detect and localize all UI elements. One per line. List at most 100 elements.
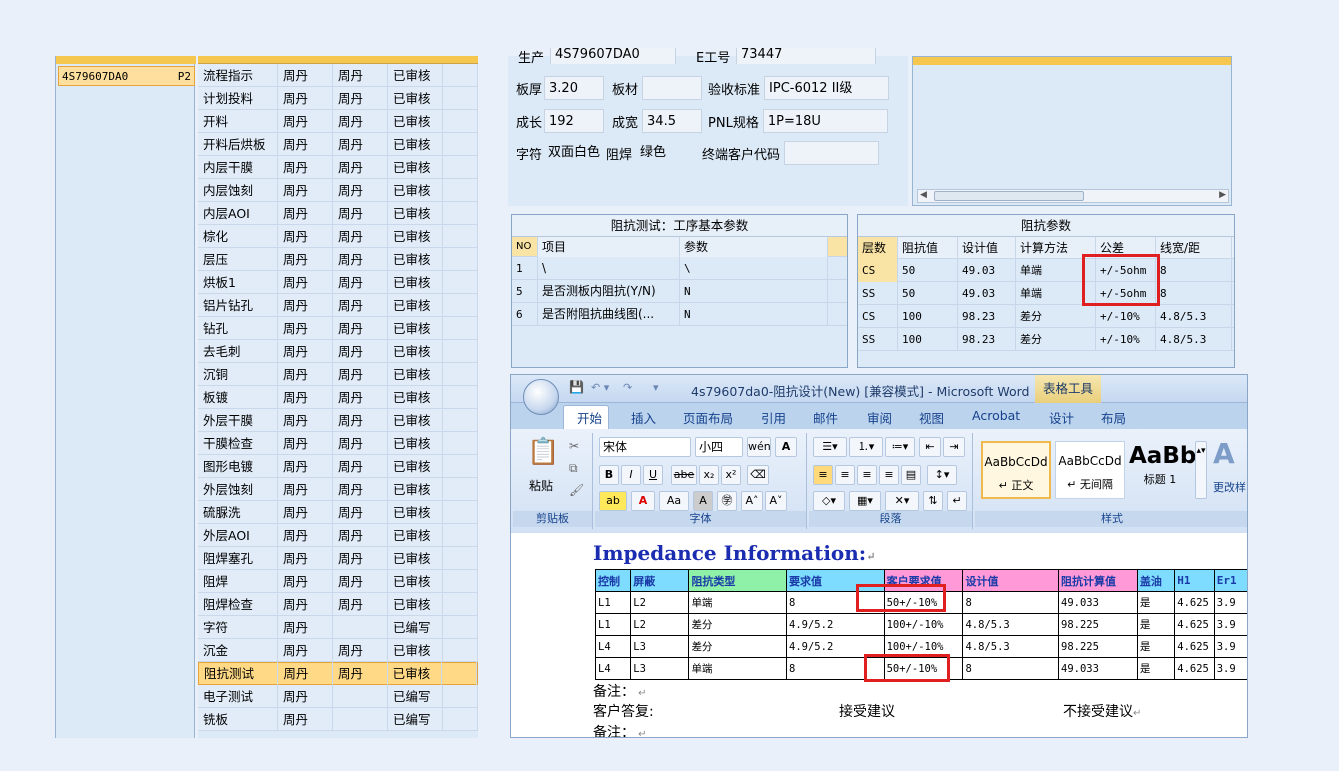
italic-icon[interactable]: I (621, 465, 641, 485)
line-spacing-icon[interactable]: ↕▾ (927, 465, 957, 485)
tab-home[interactable]: 开始 (577, 408, 602, 427)
process-row[interactable]: 外层干膜 周丹 周丹 已审核 (198, 408, 478, 432)
process-row[interactable]: 阻焊塞孔 周丹 周丹 已审核 (198, 546, 478, 570)
style-no-spacing[interactable]: AaBbCcDd ↵ 无间隔 (1055, 441, 1125, 499)
font-color-icon[interactable]: A (631, 491, 655, 511)
impedance-params-row[interactable]: CS 50 49.03 单端 +/-5ohm 8 (858, 258, 1234, 282)
tab-references[interactable]: 引用 (761, 408, 786, 427)
process-row[interactable]: 去毛刺 周丹 周丹 已审核 (198, 339, 478, 363)
process-row[interactable]: 内层干膜 周丹 周丹 已审核 (198, 155, 478, 179)
grow-font-icon[interactable]: A˄ (741, 491, 763, 511)
quick-save-icon[interactable]: 💾 (569, 380, 584, 394)
process-row[interactable]: 硫脲洗 周丹 周丹 已审核 (198, 500, 478, 524)
distributed-icon[interactable]: ▤ (901, 465, 921, 485)
copy-icon[interactable]: ⧉ (569, 461, 578, 476)
process-row[interactable]: 铣板 周丹 已编写 (198, 707, 478, 731)
phonetic-guide-icon[interactable]: wén (747, 437, 771, 457)
char-shading-icon[interactable]: A (693, 491, 713, 511)
tab-acrobat[interactable]: Acrobat (972, 408, 1020, 423)
superscript-icon[interactable]: x² (721, 465, 741, 485)
undo-icon[interactable]: ↶ ▾ (591, 381, 609, 394)
impedance-test-row[interactable]: 5 是否测板内阻抗(Y/N) N (512, 279, 847, 303)
thickness-field[interactable]: 3.20 (544, 76, 605, 100)
process-row[interactable]: 计划投料 周丹 周丹 已审核 (198, 86, 478, 110)
bold-icon[interactable]: B (599, 465, 619, 485)
process-row[interactable]: 干膜检查 周丹 周丹 已审核 (198, 431, 478, 455)
impedance-table-row[interactable]: L1 L2 差分 4.9/5.2 100+/-10% 4.8/5.3 98.225 是 4.62… (594, 613, 1247, 636)
process-row[interactable]: 阻焊检查 周丹 周丹 已审核 (198, 592, 478, 616)
scroll-left-icon[interactable]: ◀ (920, 190, 927, 200)
paste-button[interactable]: 粘贴 (529, 477, 553, 494)
highlight-icon[interactable]: ab (599, 491, 627, 511)
process-row[interactable]: 内层AOI 周丹 周丹 已审核 (198, 201, 478, 225)
font-name-dropdown[interactable]: 宋体 (599, 437, 691, 457)
tab-insert[interactable]: 插入 (631, 408, 656, 427)
process-row[interactable]: 开料后烘板 周丹 周丹 已审核 (198, 132, 478, 156)
tab-page-layout[interactable]: 页面布局 (683, 408, 733, 427)
underline-icon[interactable]: U (643, 465, 663, 485)
redo-icon[interactable]: ↷ (623, 381, 632, 394)
increase-indent-icon[interactable]: ⇥ (943, 437, 965, 457)
subscript-icon[interactable]: x₂ (699, 465, 719, 485)
align-center-icon[interactable]: ≡ (835, 465, 855, 485)
impedance-test-row[interactable]: 6 是否附阻抗曲线图(... N (512, 302, 847, 326)
cut-icon[interactable]: ✂ (569, 439, 579, 453)
process-row[interactable]: 内层蚀刻 周丹 周丹 已审核 (198, 178, 478, 202)
impedance-params-row[interactable]: SS 100 98.23 差分 +/-10% 4.8/5.3 (858, 327, 1234, 351)
process-row[interactable]: 棕化 周丹 周丹 已审核 (198, 224, 478, 248)
multilevel-list-icon[interactable]: ≔▾ (885, 437, 915, 457)
shrink-font-icon[interactable]: A˅ (765, 491, 787, 511)
impedance-params-row[interactable]: SS 50 49.03 单端 +/-5ohm 8 (858, 281, 1234, 305)
process-row[interactable]: 外层AOI 周丹 周丹 已审核 (198, 523, 478, 547)
material-field[interactable] (642, 76, 703, 100)
decrease-indent-icon[interactable]: ⇤ (919, 437, 941, 457)
width-field[interactable]: 34.5 (642, 109, 703, 133)
paste-icon[interactable]: 📋 (527, 437, 559, 467)
change-styles-button[interactable]: 更改样 (1213, 479, 1246, 495)
process-row[interactable]: 板镀 周丹 周丹 已审核 (198, 385, 478, 409)
change-case-icon[interactable]: Aa (659, 491, 689, 511)
justify-icon[interactable]: ≡ (879, 465, 899, 485)
standard-field[interactable]: IPC-6012 II级 (764, 76, 890, 100)
impedance-test-row[interactable]: 1 \ \ (512, 256, 847, 280)
font-size-dropdown[interactable]: 小四 (695, 437, 743, 457)
horizontal-scrollbar[interactable]: ◀ ▶ (917, 189, 1229, 203)
order-list-item-selected[interactable]: 4S79607DA0 P2 (58, 66, 195, 86)
shading-icon[interactable]: ◇▾ (813, 491, 845, 511)
tab-view[interactable]: 视图 (919, 408, 944, 427)
format-painter-icon[interactable]: 🖌 (569, 483, 584, 497)
clear-format-icon[interactable]: ⌫ (747, 465, 769, 485)
strikethrough-icon[interactable]: abe (671, 465, 697, 485)
tab-layout[interactable]: 布局 (1101, 408, 1126, 427)
process-row[interactable]: 沉铜 周丹 周丹 已审核 (198, 362, 478, 386)
borders-icon[interactable]: ▦▾ (849, 491, 881, 511)
office-button-icon[interactable] (523, 379, 559, 415)
show-marks-icon[interactable]: ↵ (947, 491, 967, 511)
style-normal[interactable]: AaBbCcDd ↵ 正文 (981, 441, 1051, 499)
impedance-params-row[interactable]: CS 100 98.23 差分 +/-10% 4.8/5.3 (858, 304, 1234, 328)
process-row[interactable]: 沉金 周丹 周丹 已审核 (198, 638, 478, 662)
bullets-icon[interactable]: ☰▾ (813, 437, 847, 457)
tab-design[interactable]: 设计 (1049, 408, 1074, 427)
align-right-icon[interactable]: ≡ (857, 465, 877, 485)
mask-field[interactable]: 绿色 (636, 141, 696, 165)
length-field[interactable]: 192 (544, 109, 605, 133)
numbering-icon[interactable]: ⒈▾ (849, 437, 883, 457)
enclose-char-icon[interactable]: ㊫ (717, 491, 737, 511)
process-row[interactable]: 外层蚀刻 周丹 周丹 已审核 (198, 477, 478, 501)
pnl-field[interactable]: 1P=18U (762, 109, 888, 133)
process-row[interactable]: 电子测试 周丹 已编写 (198, 684, 478, 708)
sort-icon[interactable]: ⇅ (923, 491, 943, 511)
scroll-thumb[interactable] (934, 191, 1084, 201)
process-row[interactable]: 阻抗测试 周丹 周丹 已审核 (198, 662, 478, 685)
process-row[interactable]: 图形电镀 周丹 周丹 已审核 (198, 454, 478, 478)
process-row[interactable]: 阻焊 周丹 周丹 已审核 (198, 569, 478, 593)
process-row[interactable]: 开料 周丹 周丹 已审核 (198, 109, 478, 133)
align-left-icon[interactable]: ≡ (813, 465, 833, 485)
style-heading1[interactable]: AaBb 标题 1 (1129, 441, 1196, 499)
process-row[interactable]: 钻孔 周丹 周丹 已审核 (198, 316, 478, 340)
process-row[interactable]: 流程指示 周丹 周丹 已审核 (198, 63, 478, 87)
part-number-field[interactable]: 4S79607DA0 (550, 48, 676, 64)
tab-review[interactable]: 审阅 (867, 408, 892, 427)
process-row[interactable]: 字符 周丹 已编写 (198, 615, 478, 639)
